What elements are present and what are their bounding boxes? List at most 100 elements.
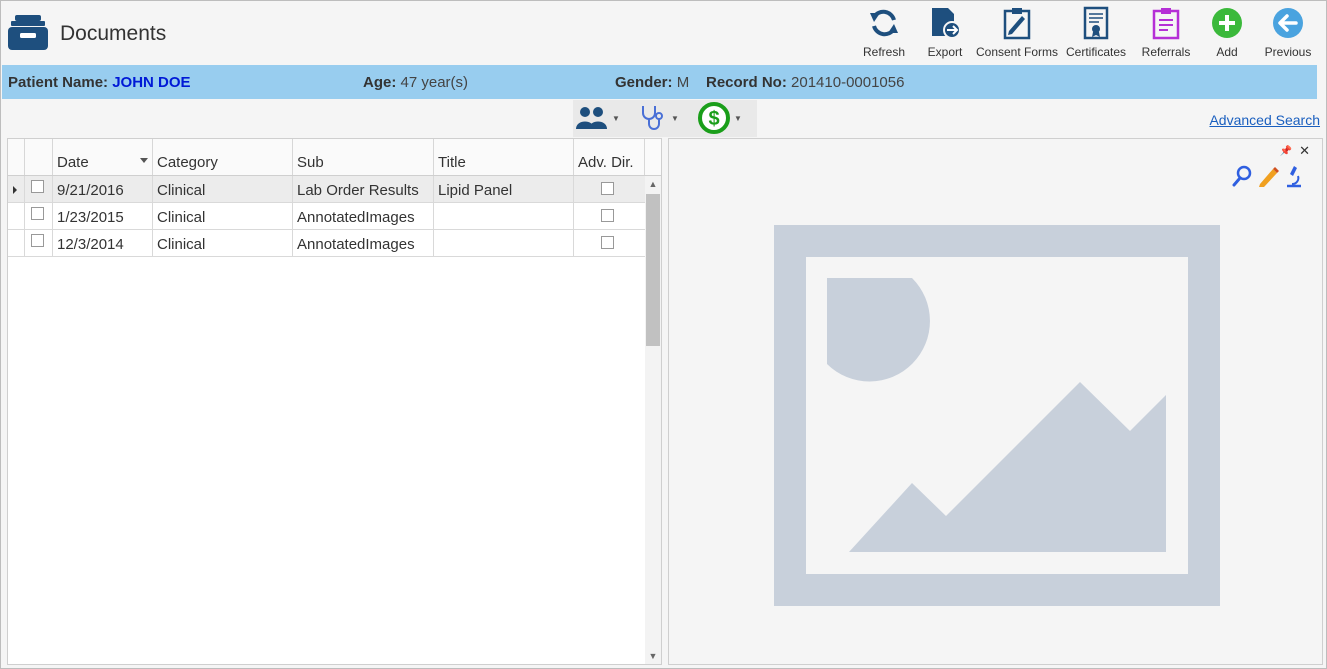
row-indicator-cell — [8, 203, 25, 230]
cell-sub: AnnotatedImages — [293, 230, 434, 257]
row-checkbox[interactable] — [31, 207, 44, 220]
add-label: Add — [1216, 45, 1238, 59]
refresh-button[interactable]: Refresh — [854, 3, 914, 63]
adv-dir-checkbox[interactable] — [601, 182, 614, 195]
cell-sub: Lab Order Results — [293, 176, 434, 203]
stethoscope-icon — [642, 106, 663, 130]
row-select-cell — [25, 203, 53, 230]
refresh-label: Refresh — [862, 45, 906, 59]
cell-title — [434, 230, 574, 257]
table-row[interactable]: 1/23/2015 Clinical AnnotatedImages — [8, 203, 645, 230]
image-placeholder-icon — [774, 225, 1220, 606]
patient-info-bar: Patient Name: JOHN DOE Age: 47 year(s) G… — [2, 65, 1317, 99]
patient-name-field: Patient Name: JOHN DOE — [8, 74, 191, 91]
row-pointer-icon — [13, 186, 17, 194]
cell-category: Clinical — [153, 176, 293, 203]
arrow-left-circle-icon — [1273, 8, 1303, 38]
header: Documents Refresh Export Consent Forms C… — [1, 1, 1326, 65]
people-icon — [576, 107, 607, 129]
scroll-down-icon[interactable]: ▼ — [648, 651, 658, 661]
people-filter-dropdown[interactable]: ▼ — [575, 104, 620, 132]
add-button[interactable]: Add — [1198, 3, 1256, 63]
adv-dir-checkbox[interactable] — [601, 209, 614, 222]
adv-dir-checkbox[interactable] — [601, 236, 614, 249]
cell-title: Lipid Panel — [434, 176, 574, 203]
patient-age-value: 47 year(s) — [400, 74, 469, 91]
export-label: Export — [927, 45, 963, 59]
patient-record-label: Record No: — [706, 74, 787, 91]
chevron-down-icon: ▼ — [671, 113, 679, 123]
header-date-label: Date — [57, 154, 89, 171]
cell-sub: AnnotatedImages — [293, 203, 434, 230]
referrals-label: Referrals — [1141, 45, 1191, 59]
certificate-icon — [1083, 6, 1109, 40]
header-sub[interactable]: Sub — [293, 139, 434, 175]
patient-record-value: 201410-0001056 — [791, 74, 905, 91]
plus-circle-icon — [1212, 8, 1242, 38]
grid-body: 9/21/2016 Clinical Lab Order Results Lip… — [8, 176, 645, 664]
cell-category: Clinical — [153, 203, 293, 230]
preview-tools — [1231, 164, 1305, 188]
cell-category: Clinical — [153, 230, 293, 257]
pencil-icon[interactable] — [1257, 164, 1279, 188]
header-title[interactable]: Title — [434, 139, 574, 175]
previous-button[interactable]: Previous — [1256, 3, 1320, 63]
patient-gender-value: M — [676, 74, 690, 91]
row-select-cell — [25, 176, 53, 203]
table-row[interactable]: 9/21/2016 Clinical Lab Order Results Lip… — [8, 176, 645, 203]
row-checkbox[interactable] — [31, 180, 44, 193]
dollar-circle-icon: $ — [698, 102, 730, 134]
advanced-search-link[interactable]: Advanced Search — [1209, 112, 1320, 128]
stethoscope-filter-dropdown[interactable]: ▼ — [638, 104, 679, 132]
cell-adv-dir — [574, 176, 645, 203]
header-category[interactable]: Category — [153, 139, 293, 175]
cabinet-icon — [8, 15, 48, 50]
filter-strip: ▼ ▼ $ ▼ — [573, 100, 757, 137]
pin-icon[interactable]: 📌 — [1280, 146, 1292, 157]
patient-name-value: JOHN DOE — [112, 74, 191, 91]
header-select-column[interactable] — [25, 139, 53, 175]
microscope-icon[interactable] — [1283, 164, 1305, 188]
cell-date: 12/3/2014 — [53, 230, 153, 257]
scroll-up-icon[interactable]: ▲ — [648, 179, 658, 189]
cell-adv-dir — [574, 230, 645, 257]
documents-grid: Date Category Sub Title Adv. Dir. 9/21/2… — [7, 138, 662, 665]
toolbar: Refresh Export Consent Forms Certificate… — [854, 3, 1320, 63]
patient-gender-field: Gender: M — [615, 74, 689, 91]
chevron-down-icon: ▼ — [612, 113, 620, 123]
patient-age-field: Age: 47 year(s) — [363, 74, 468, 91]
cell-adv-dir — [574, 203, 645, 230]
consent-forms-label: Consent Forms — [975, 45, 1059, 59]
export-icon — [932, 8, 961, 39]
patient-record-field: Record No: 201410-0001056 — [706, 74, 904, 91]
cell-date: 9/21/2016 — [53, 176, 153, 203]
previous-label: Previous — [1264, 45, 1312, 59]
sort-desc-icon — [140, 158, 148, 163]
patient-name-label: Patient Name: — [8, 74, 109, 91]
certificates-button[interactable]: Certificates — [1058, 3, 1134, 63]
refresh-icon — [870, 9, 898, 37]
row-indicator-cell — [8, 230, 25, 257]
patient-gender-label: Gender: — [615, 74, 673, 91]
billing-filter-dropdown[interactable]: $ ▼ — [697, 102, 742, 134]
row-checkbox[interactable] — [31, 234, 44, 247]
patient-age-label: Age: — [363, 74, 397, 91]
referrals-button[interactable]: Referrals — [1134, 3, 1198, 63]
table-row[interactable]: 12/3/2014 Clinical AnnotatedImages — [8, 230, 645, 257]
cell-title — [434, 203, 574, 230]
grid-scrollbar[interactable]: ▲ ▼ — [645, 176, 661, 664]
svg-text:$: $ — [708, 108, 719, 130]
grid-header: Date Category Sub Title Adv. Dir. — [8, 139, 661, 176]
export-button[interactable]: Export — [914, 3, 976, 63]
header-indicator-column — [8, 139, 25, 175]
row-indicator-cell — [8, 176, 25, 203]
consent-forms-button[interactable]: Consent Forms — [976, 3, 1058, 63]
scrollbar-thumb[interactable] — [646, 194, 660, 346]
search-icon[interactable] — [1231, 164, 1253, 188]
certificates-label: Certificates — [1065, 45, 1127, 59]
header-adv-dir[interactable]: Adv. Dir. — [574, 139, 645, 175]
page-title: Documents — [60, 22, 167, 45]
header-date[interactable]: Date — [53, 139, 153, 175]
close-icon[interactable]: ✕ — [1299, 143, 1310, 159]
row-select-cell — [25, 230, 53, 257]
